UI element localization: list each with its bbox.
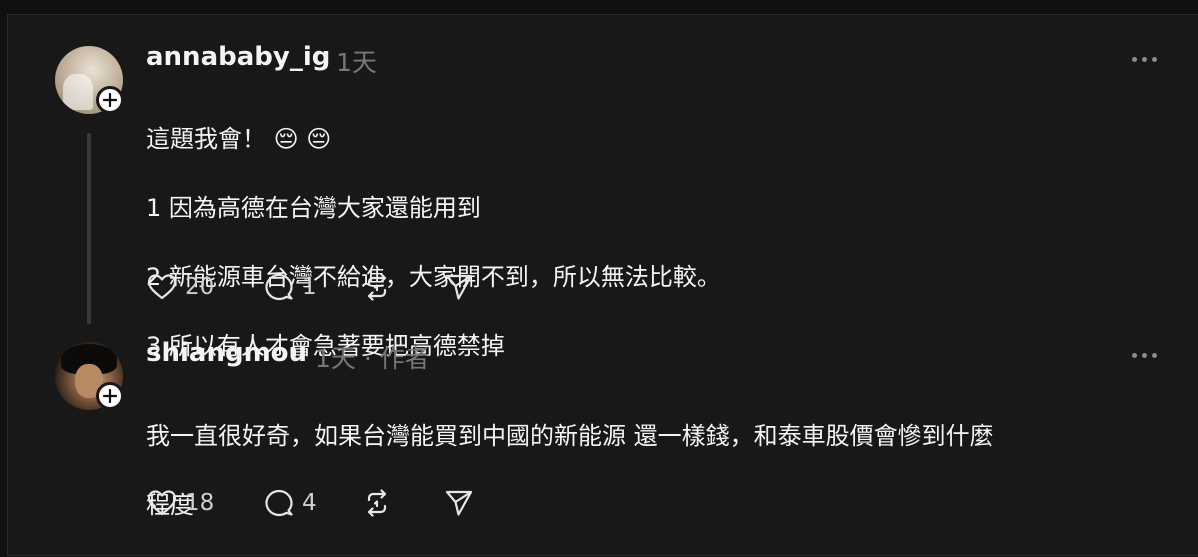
reply-post: shiangmou 1天 · 作者 我一直很好奇，如果台灣能買到中國的新能源 還… (8, 338, 1198, 557)
send-icon (445, 274, 473, 300)
reply-count: 1 (302, 274, 317, 300)
post-time: 1天 (336, 43, 377, 79)
time-text: 1天 (336, 48, 377, 77)
like-button[interactable]: 18 (145, 486, 262, 520)
username[interactable]: annababy_ig (146, 42, 330, 72)
post-line: 我一直很好奇，如果台灣能買到中國的新能源 還一樣錢，和泰車股價會慘到什麼 (146, 421, 994, 450)
more-icon[interactable] (1132, 54, 1162, 64)
post-body: 我一直很好奇，如果台灣能買到中國的新能源 還一樣錢，和泰車股價會慘到什麼 程度 (146, 384, 994, 557)
repost-icon (367, 489, 387, 517)
repost-button[interactable] (360, 270, 442, 304)
time-text: 1天 (315, 344, 356, 373)
heart-icon (147, 274, 177, 300)
like-count: 20 (185, 274, 215, 300)
author-badge: · 作者 (363, 344, 430, 373)
heart-icon (147, 490, 177, 516)
more-icon[interactable] (1132, 350, 1162, 360)
follow-button[interactable] (96, 382, 124, 410)
post-meta: 1天 · 作者 (315, 339, 430, 375)
like-button[interactable]: 20 (145, 270, 262, 304)
post-line: 這題我會！ 😔 😔 (146, 124, 332, 153)
reply-button[interactable]: 1 (262, 270, 360, 304)
post-line: 1 因為高德在台灣大家還能用到 (146, 193, 481, 222)
comment-icon (265, 489, 293, 517)
action-bar: 20 1 (145, 270, 476, 304)
share-button[interactable] (442, 270, 476, 304)
plus-icon (103, 389, 117, 403)
thread-line (87, 133, 91, 324)
thread-panel: annababy_ig 1天 這題我會！ 😔 😔 1 因為高德在台灣大家還能用到… (7, 14, 1198, 556)
share-button[interactable] (442, 486, 476, 520)
send-icon (445, 490, 473, 516)
reply-post: annababy_ig 1天 這題我會！ 😔 😔 1 因為高德在台灣大家還能用到… (8, 15, 1198, 360)
reply-count: 4 (302, 490, 317, 516)
follow-button[interactable] (96, 86, 124, 114)
plus-icon (103, 93, 117, 107)
reply-button[interactable]: 4 (262, 486, 360, 520)
repost-button[interactable] (360, 486, 442, 520)
like-count: 18 (185, 490, 215, 516)
repost-icon (367, 273, 387, 301)
comment-icon (265, 273, 293, 301)
username[interactable]: shiangmou (146, 338, 307, 368)
action-bar: 18 4 (145, 486, 476, 520)
